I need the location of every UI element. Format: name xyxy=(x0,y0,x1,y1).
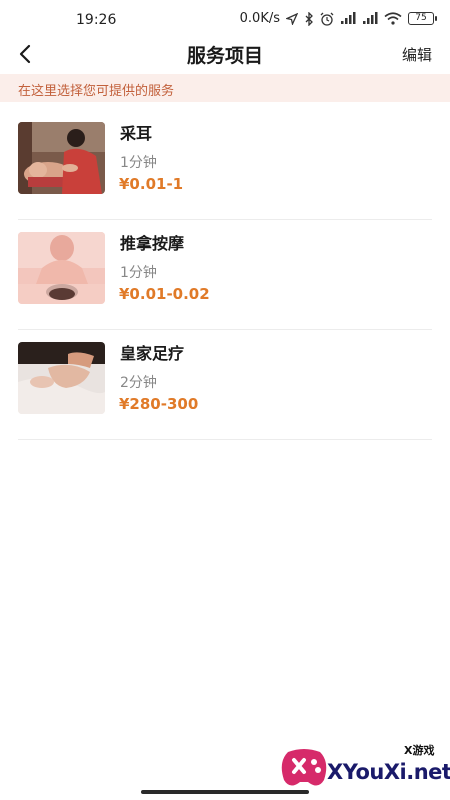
battery-level: 75 xyxy=(415,13,427,23)
massage-photo xyxy=(18,232,105,304)
service-price: ¥280-300 xyxy=(119,395,199,413)
page-title: 服务项目 xyxy=(186,45,263,67)
service-duration: 2分钟 xyxy=(120,375,157,391)
foot-massage-photo xyxy=(18,342,105,414)
ear-cleaning-photo xyxy=(18,122,105,194)
network-speed: 0.0K/s xyxy=(239,11,280,26)
notice-text: 在这里选择您可提供的服务 xyxy=(18,84,175,99)
service-duration: 1分钟 xyxy=(120,155,157,171)
status-time: 19:26 xyxy=(76,12,117,28)
service-thumbnail xyxy=(18,232,105,304)
gamepad-logo-icon xyxy=(281,749,327,786)
status-bar: 19:26 0.0K/s 75 xyxy=(0,0,450,38)
watermark-big-text: XYouXi.net xyxy=(327,760,450,784)
service-price: ¥0.01-1 xyxy=(119,175,184,193)
alarm-icon xyxy=(320,12,334,26)
edit-button[interactable]: 编辑 xyxy=(402,44,432,65)
battery-icon: 75 xyxy=(408,12,437,25)
service-thumbnail xyxy=(18,342,105,414)
service-duration: 1分钟 xyxy=(120,265,157,281)
service-item[interactable]: 推拿按摩 1分钟 ¥0.01-0.02 xyxy=(18,220,432,330)
location-icon xyxy=(286,12,298,25)
signal-icon xyxy=(363,12,378,24)
notice-banner: 在这里选择您可提供的服务 xyxy=(0,74,450,102)
service-list: 采耳 1分钟 ¥0.01-1 推拿按摩 1分钟 ¥0.01-0.02 皇家足疗 … xyxy=(18,110,432,440)
signal-icon xyxy=(341,12,356,24)
watermark: X游戏 XYouXi.net xyxy=(278,738,450,796)
service-name: 推拿按摩 xyxy=(120,234,185,253)
bluetooth-icon xyxy=(305,11,313,26)
service-item[interactable]: 采耳 1分钟 ¥0.01-1 xyxy=(18,110,432,220)
service-price: ¥0.01-0.02 xyxy=(119,285,210,303)
service-thumbnail xyxy=(18,122,105,194)
header: 服务项目 编辑 xyxy=(0,38,450,70)
service-name: 采耳 xyxy=(120,124,153,143)
home-indicator[interactable] xyxy=(141,790,309,794)
wifi-icon xyxy=(384,12,402,25)
service-name: 皇家足疗 xyxy=(120,344,185,363)
watermark-small-text: X游戏 xyxy=(404,744,435,757)
service-item[interactable]: 皇家足疗 2分钟 ¥280-300 xyxy=(18,330,432,440)
status-indicators: 0.0K/s 75 xyxy=(239,11,437,26)
